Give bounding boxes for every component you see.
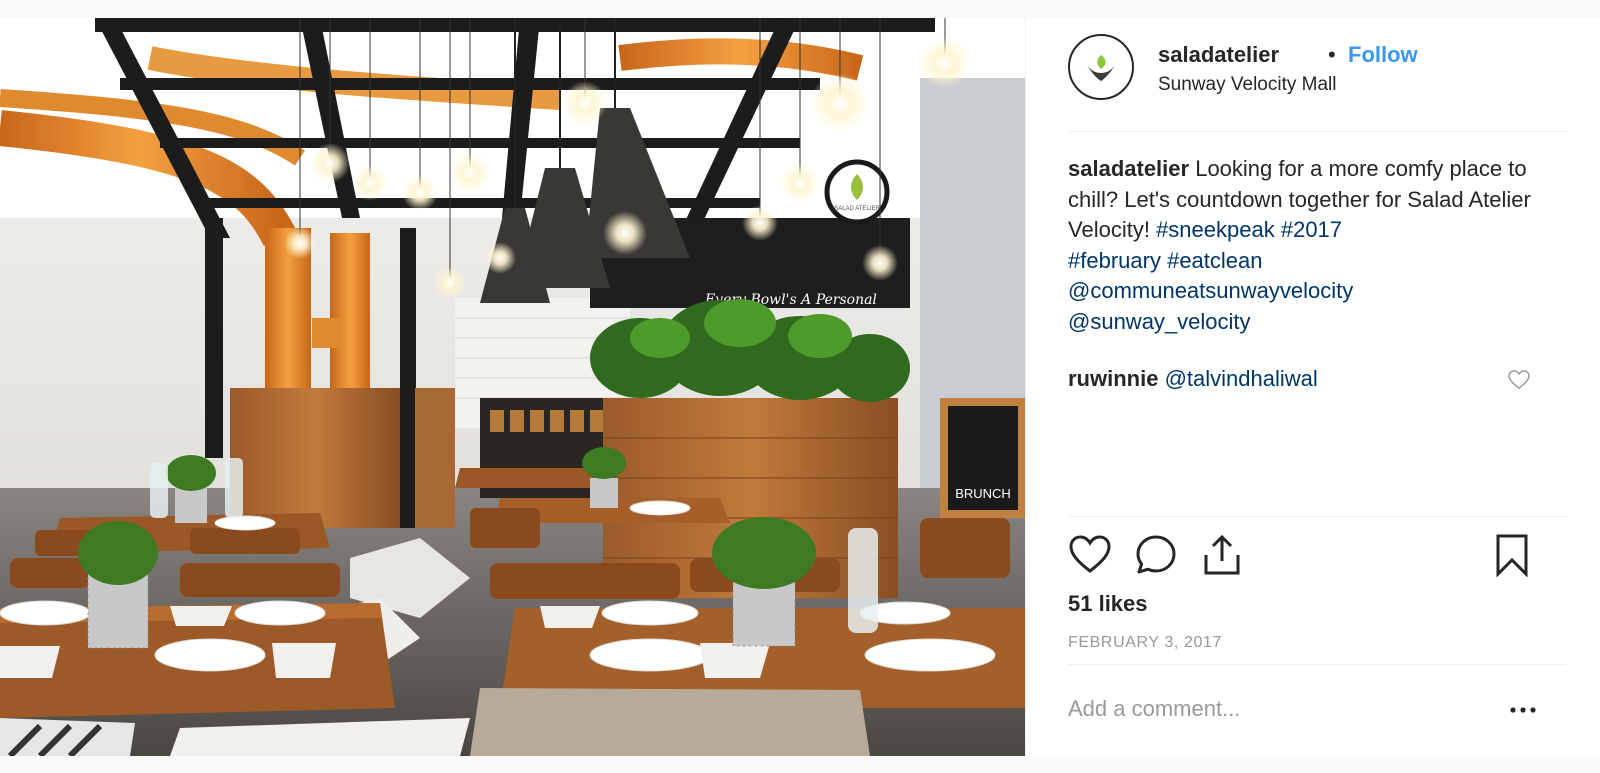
save-button[interactable] — [1490, 533, 1534, 578]
divider — [1068, 664, 1566, 665]
hashtag-link[interactable]: #eatclean — [1167, 248, 1262, 273]
hashtag-link[interactable]: #sneekpeak — [1156, 217, 1275, 242]
mention-link[interactable]: @communeatsunwayvelocity — [1068, 278, 1353, 303]
post-caption: saladatelier Looking for a more comfy pl… — [1068, 154, 1566, 337]
restaurant-interior-image: Every Bowl's A Personal SALAD ATELIER BR… — [0, 18, 1025, 756]
hashtag-link[interactable]: #february — [1068, 248, 1161, 273]
ellipsis-icon[interactable] — [1508, 698, 1538, 722]
follow-button[interactable]: Follow — [1348, 42, 1418, 68]
comment-username[interactable]: ruwinnie — [1068, 366, 1158, 391]
heart-outline-icon — [1069, 535, 1111, 573]
separator-dot: • — [1328, 42, 1336, 67]
post-photo[interactable]: Every Bowl's A Personal SALAD ATELIER BR… — [0, 18, 1025, 756]
mention-link[interactable]: @sunway_velocity — [1068, 309, 1251, 334]
likes-count[interactable]: 51 likes — [1068, 591, 1148, 617]
speech-bubble-icon — [1136, 535, 1176, 574]
comment-mention-link[interactable]: @talvindhaliwal — [1165, 366, 1318, 391]
sign-logo-text: SALAD ATELIER — [834, 206, 880, 212]
post-date[interactable]: FEBRUARY 3, 2017 — [1068, 634, 1222, 652]
post-header: saladatelier • Follow Sunway Velocity Ma… — [1068, 34, 1566, 132]
post-author-username[interactable]: saladatelier — [1158, 42, 1279, 68]
comment-item: ruwinnie @talvindhaliwal — [1068, 364, 1566, 394]
hashtag-link[interactable]: #2017 — [1281, 217, 1342, 242]
caption-username[interactable]: saladatelier — [1068, 156, 1189, 181]
avatar[interactable] — [1068, 34, 1134, 100]
share-button[interactable] — [1200, 533, 1244, 577]
chalkboard-text: BRUNCH — [955, 486, 1011, 501]
post-location[interactable]: Sunway Velocity Mall — [1158, 74, 1336, 96]
divider — [1068, 516, 1566, 517]
post-side-panel: saladatelier • Follow Sunway Velocity Ma… — [1025, 18, 1600, 756]
salad-atelier-logo-icon — [1087, 55, 1115, 81]
instagram-post: Every Bowl's A Personal SALAD ATELIER BR… — [0, 18, 1600, 756]
share-upload-icon — [1204, 534, 1240, 575]
comment-button[interactable] — [1134, 533, 1178, 577]
heart-outline-icon[interactable] — [1508, 370, 1530, 390]
like-button[interactable] — [1068, 533, 1112, 577]
bookmark-outline-icon — [1496, 534, 1528, 578]
add-comment-input[interactable] — [1068, 696, 1488, 722]
